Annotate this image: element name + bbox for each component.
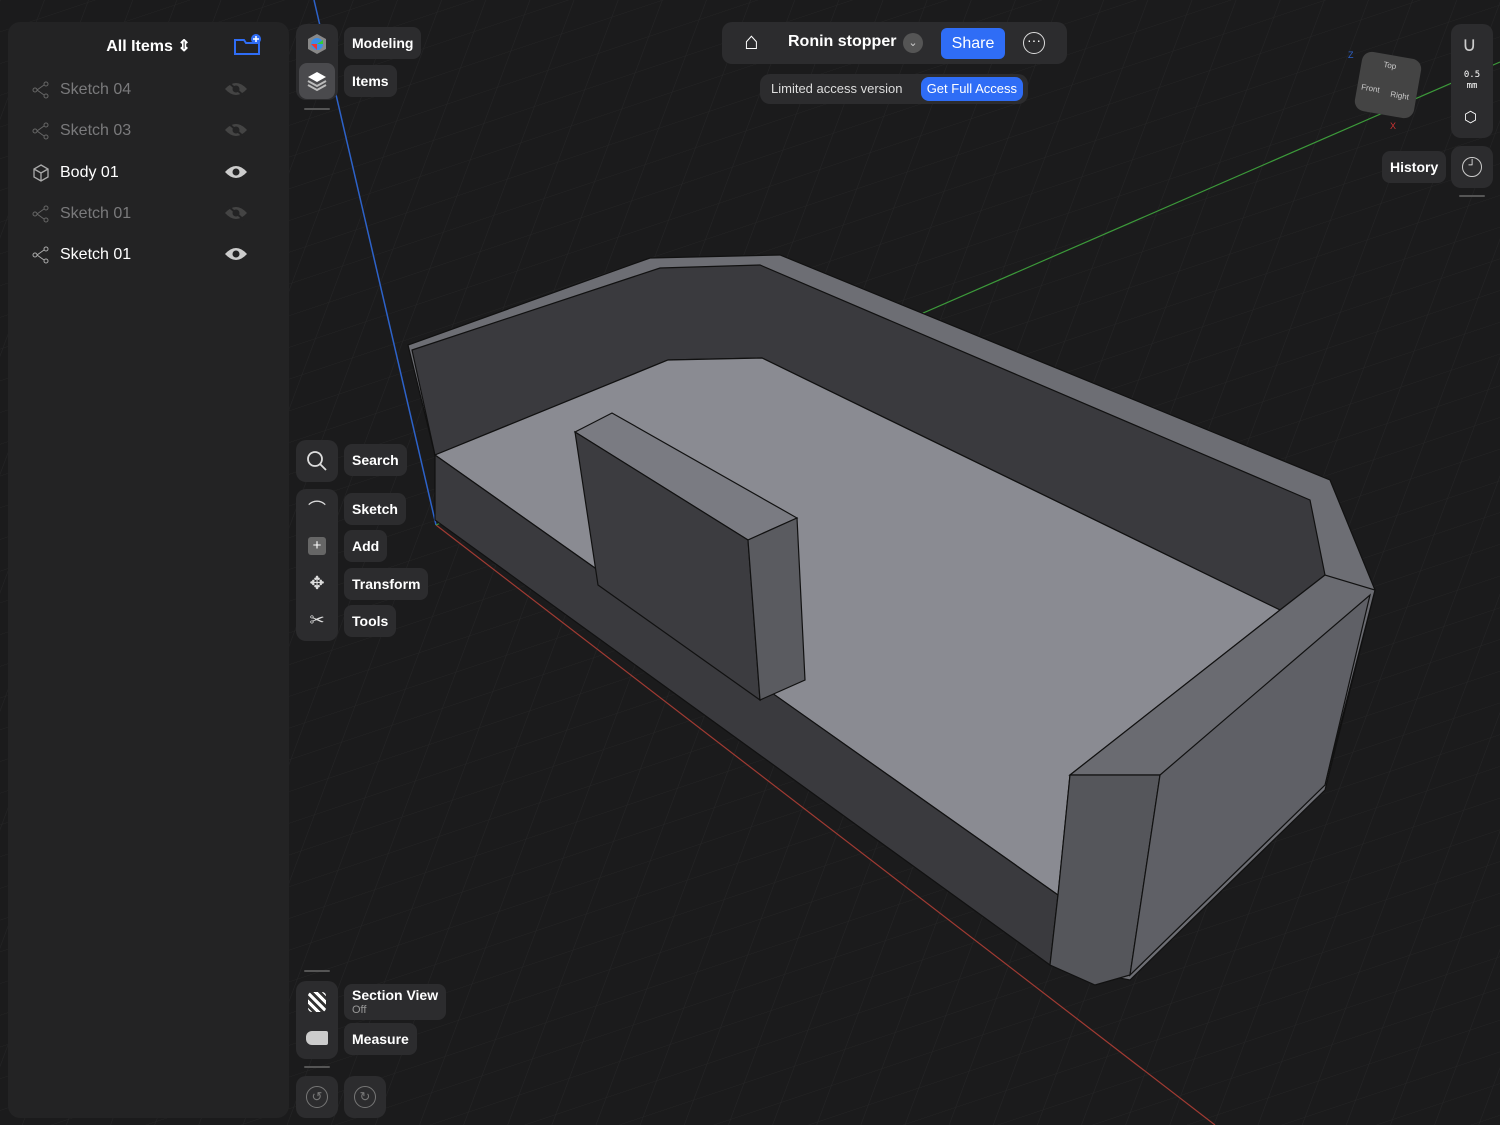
- body-cube-icon: [32, 164, 52, 182]
- cube-right-face[interactable]: Right: [1390, 90, 1410, 102]
- sidebar-item[interactable]: Sketch 01: [32, 240, 262, 270]
- redo-icon: ↻: [354, 1086, 376, 1108]
- plus-square-icon: +: [308, 537, 326, 555]
- new-folder-icon[interactable]: [233, 34, 261, 56]
- sidebar-item-label: Sketch 01: [60, 246, 131, 264]
- axis-orientation-icon[interactable]: ⬡: [1464, 108, 1477, 126]
- sidebar-item[interactable]: Body 01: [32, 158, 262, 188]
- snap-toolbar: ∪ 0.5mm ⬡: [1451, 24, 1493, 138]
- tools-button[interactable]: ✂: [299, 602, 335, 638]
- sketch-icon: [32, 81, 52, 99]
- sketch-icon: [32, 246, 52, 264]
- snap-value[interactable]: 0.5mm: [1451, 70, 1493, 92]
- view-cube[interactable]: Top Front Right: [1353, 50, 1423, 120]
- tools-label[interactable]: Tools: [344, 605, 396, 637]
- tools-icon: ✂: [309, 610, 324, 631]
- tape-measure-icon: [306, 1031, 328, 1045]
- modeling-button[interactable]: [299, 26, 335, 62]
- section-view-icon: [308, 992, 326, 1012]
- limited-access-text: Limited access version: [771, 81, 903, 96]
- measure-button[interactable]: [299, 1020, 335, 1056]
- transform-icon: ✥: [309, 573, 324, 594]
- eye-icon[interactable]: [224, 164, 248, 180]
- eye-slash-icon[interactable]: [224, 122, 248, 138]
- history-label[interactable]: History: [1382, 151, 1446, 183]
- document-title[interactable]: Ronin stopper: [788, 33, 896, 51]
- sketch-icon: ⌒: [308, 496, 326, 522]
- home-icon[interactable]: ⌂: [744, 28, 759, 56]
- chevron-updown-icon: ⇕: [177, 38, 190, 55]
- add-label[interactable]: Add: [344, 530, 387, 562]
- sidebar-item[interactable]: Sketch 03: [32, 116, 262, 146]
- transform-label[interactable]: Transform: [344, 568, 428, 600]
- divider: [304, 1066, 330, 1068]
- measure-label[interactable]: Measure: [344, 1023, 417, 1055]
- items-panel: All Items ⇕ Sketch 04 Sketch 03 Body 01 Ske…: [8, 22, 289, 1118]
- items-button[interactable]: [299, 63, 335, 99]
- access-banner: Limited access version Get Full Access: [760, 74, 1028, 104]
- history-button[interactable]: ┘: [1451, 146, 1493, 188]
- sketch-icon: [32, 205, 52, 223]
- sidebar-item-label: Sketch 04: [60, 81, 131, 99]
- search-button[interactable]: [299, 443, 335, 479]
- divider: [304, 108, 330, 110]
- sketch-button[interactable]: ⌒: [299, 491, 335, 527]
- divider: [1459, 195, 1485, 197]
- cube-front-face[interactable]: Front: [1360, 82, 1380, 94]
- modeling-cube-icon: [306, 33, 328, 55]
- eye-icon[interactable]: [224, 246, 248, 262]
- eye-slash-icon[interactable]: [224, 81, 248, 97]
- clock-icon: ┘: [1462, 157, 1482, 177]
- section-view-button-label[interactable]: Section ViewOff: [344, 984, 446, 1020]
- search-icon: [306, 450, 328, 472]
- share-button[interactable]: Share: [941, 28, 1005, 59]
- get-full-access-button[interactable]: Get Full Access: [921, 77, 1023, 101]
- tools-toolbar: ⌒ + ✥ ✂: [296, 489, 338, 641]
- inspect-toolbar: [296, 981, 338, 1059]
- document-header: ⌂ Ronin stopper ⌄ Share ···: [722, 22, 1067, 64]
- eye-slash-icon[interactable]: [224, 205, 248, 221]
- title-dropdown-icon[interactable]: ⌄: [903, 33, 923, 53]
- transform-button[interactable]: ✥: [299, 565, 335, 601]
- items-label[interactable]: Items: [344, 65, 397, 97]
- divider: [304, 970, 330, 972]
- section-view-button[interactable]: [299, 984, 335, 1020]
- sketch-icon: [32, 122, 52, 140]
- sketch-label[interactable]: Sketch: [344, 493, 406, 525]
- sidebar-item[interactable]: Sketch 01: [32, 199, 262, 229]
- undo-button[interactable]: ↺: [296, 1076, 338, 1118]
- sidebar-item-label: Body 01: [60, 164, 119, 182]
- mode-toolbar: [296, 24, 338, 100]
- redo-button[interactable]: ↻: [344, 1076, 386, 1118]
- sidebar-item-label: Sketch 03: [60, 122, 131, 140]
- add-button[interactable]: +: [299, 528, 335, 564]
- modeling-label[interactable]: Modeling: [344, 27, 421, 59]
- section-view-label: Section View: [352, 984, 438, 1006]
- cube-z-label: Z: [1348, 50, 1354, 60]
- cube-top-face[interactable]: Top: [1383, 60, 1397, 71]
- sidebar-item[interactable]: Sketch 04: [32, 75, 262, 105]
- panel-title: All Items: [106, 38, 173, 55]
- search-label[interactable]: Search: [344, 444, 407, 476]
- cube-x-label: X: [1390, 121, 1396, 131]
- section-view-state: Off: [352, 1006, 438, 1014]
- undo-icon: ↺: [306, 1086, 328, 1108]
- sidebar-item-label: Sketch 01: [60, 205, 131, 223]
- layers-icon: [306, 70, 328, 92]
- magnet-icon[interactable]: ∪: [1462, 32, 1477, 57]
- more-options-icon[interactable]: ···: [1023, 32, 1045, 54]
- search-toolbar: [296, 440, 338, 482]
